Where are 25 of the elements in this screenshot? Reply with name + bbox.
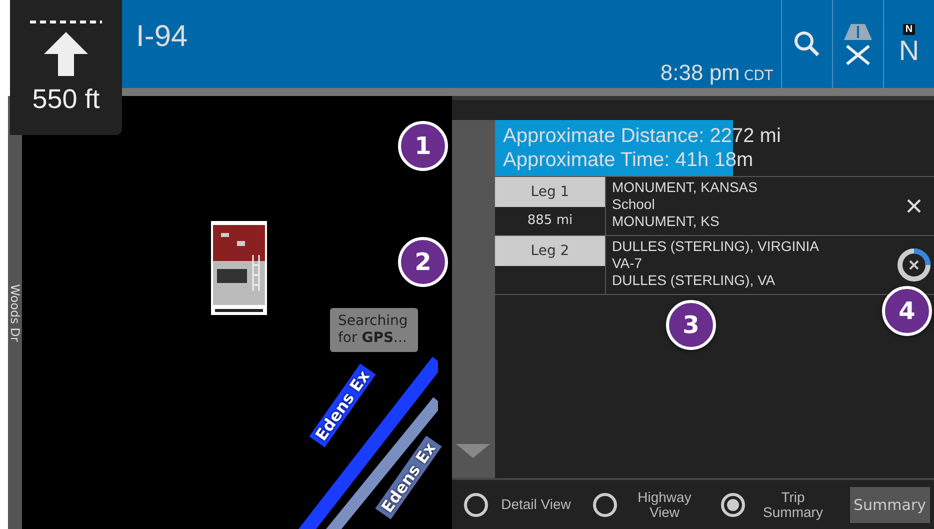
view-radio-option[interactable]: Detail View: [464, 492, 588, 516]
road-name: I-94: [136, 20, 188, 54]
view-radio-option[interactable]: Highway View: [592, 490, 717, 520]
street-road: Woods Dr: [8, 96, 22, 529]
road-cross-icon: [842, 22, 874, 66]
leg-address: VA-7: [612, 255, 644, 272]
leg-button[interactable]: Leg 1: [495, 177, 605, 207]
scroll-down-icon: [456, 444, 490, 458]
leg-address: DULLES (STERLING), VA: [612, 272, 776, 289]
leg-button[interactable]: Leg 2: [495, 236, 605, 266]
search-icon: [793, 30, 821, 58]
loading-icon[interactable]: [895, 246, 933, 284]
gps-status-tooltip: Searching for GPS...: [330, 308, 418, 352]
close-icon[interactable]: [906, 198, 922, 214]
leg-address: DULLES (STERLING), VIRGINIA: [612, 238, 820, 255]
timezone: CDT: [744, 68, 773, 86]
straight-arrow-icon: [28, 20, 104, 78]
leg-distance: 885 mi: [526, 212, 574, 228]
leg-address: School: [612, 196, 656, 213]
clock-time: 8:38 pm: [660, 60, 740, 86]
leg-address: MONUMENT, KS: [612, 213, 720, 230]
leg-address: MONUMENT, KANSAS: [612, 179, 758, 196]
view-radio-option[interactable]: Trip Summary: [721, 490, 846, 520]
summary-button[interactable]: Summary: [850, 486, 930, 522]
scroll-bar[interactable]: [452, 120, 495, 478]
